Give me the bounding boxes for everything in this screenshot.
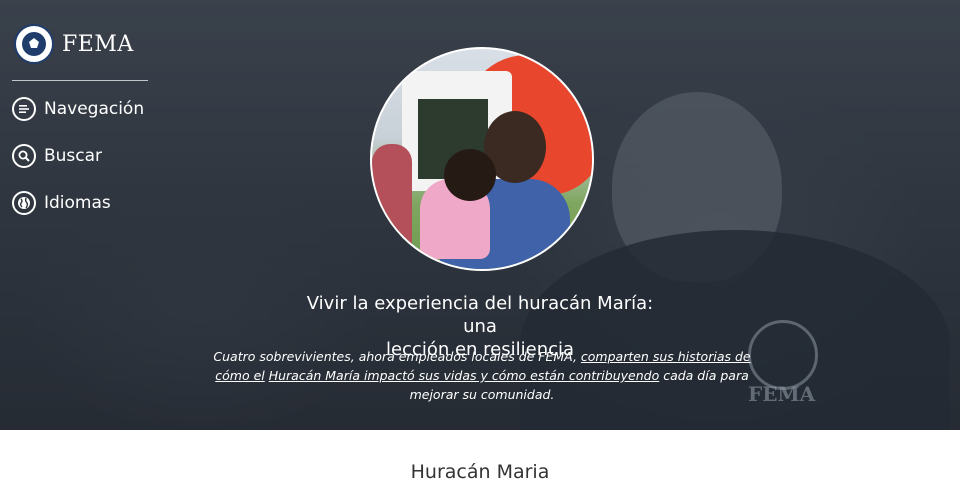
desc-text-1: Cuatro sobrevivientes, ahora empleados l… [213,349,581,364]
hero-description: Cuatro sobrevivientes, ahora empleados l… [208,347,756,404]
nav-item-navegacion[interactable]: Navegación [12,97,144,121]
headline-line-1: Vivir la experiencia del huracán María: … [306,293,654,337]
photo-child-head [444,149,496,201]
background-fema-seal [748,320,818,390]
brand-name: FEMA [62,31,134,57]
menu-icon [12,97,36,121]
section-title: Huracán Maria [410,461,550,483]
nav-label: Navegación [44,99,145,119]
search-icon [12,144,36,168]
story-link-2[interactable]: Huracán María impactó sus vidas y cómo e… [269,368,660,383]
nav-label: Idiomas [44,193,111,213]
globe-icon [12,191,36,215]
nav-item-buscar[interactable]: Buscar [12,144,102,168]
fema-logo[interactable]: FEMA [14,24,134,64]
sidebar-divider [12,80,148,81]
hero-photo [370,47,594,271]
nav-label: Buscar [44,146,103,166]
photo-person [372,144,412,269]
nav-item-idiomas[interactable]: Idiomas [12,191,111,215]
background-fema-text: FEMA [748,382,816,406]
dhs-seal-icon [14,24,54,64]
